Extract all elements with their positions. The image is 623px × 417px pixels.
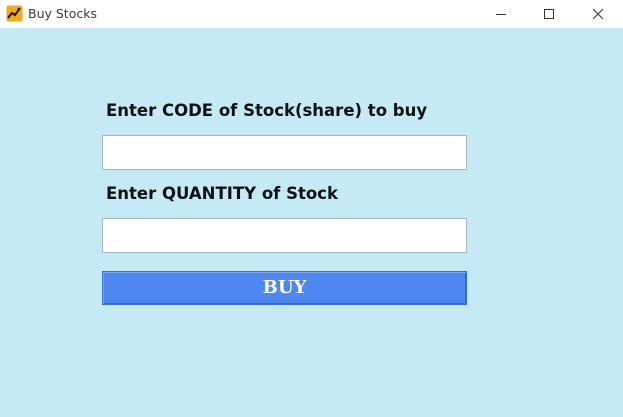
close-button[interactable] [575, 0, 621, 28]
quantity-input[interactable] [102, 218, 467, 253]
minimize-button[interactable] [478, 0, 524, 28]
maximize-button[interactable] [526, 0, 572, 28]
stock-code-label: Enter CODE of Stock(share) to buy [106, 101, 428, 120]
stock-code-input[interactable] [102, 135, 467, 170]
buy-button[interactable]: BUY [102, 271, 467, 305]
stock-chart-icon [6, 5, 23, 22]
close-icon [592, 8, 604, 20]
buy-stocks-window: Buy Stocks Enter CODE of Stock(share) to… [0, 0, 623, 417]
maximize-icon [544, 9, 554, 19]
window-title: Buy Stocks [28, 6, 97, 21]
title-bar[interactable]: Buy Stocks [0, 0, 623, 28]
quantity-label: Enter QUANTITY of Stock [106, 184, 338, 203]
minimize-icon [496, 14, 506, 15]
